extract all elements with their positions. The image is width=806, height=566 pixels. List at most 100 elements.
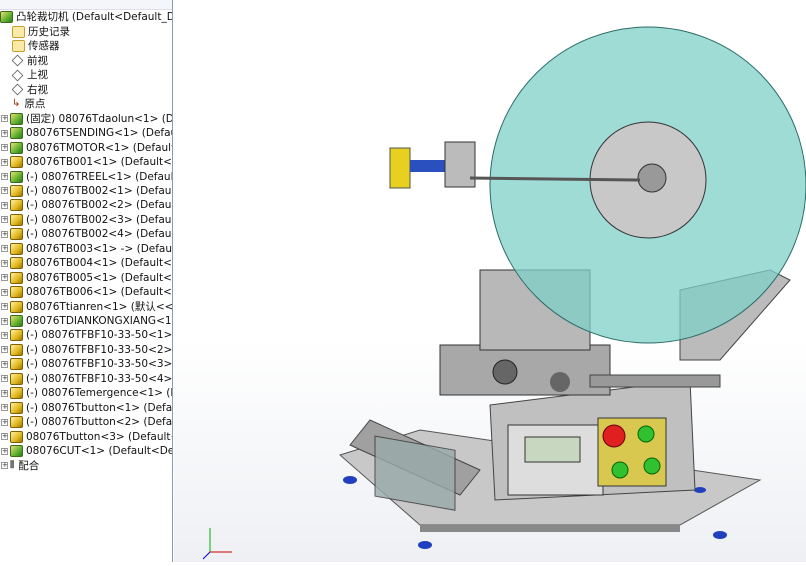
expand-icon[interactable]: + bbox=[1, 201, 8, 209]
tree-item[interactable]: + (-) 08076TFBF10-33-50<2> (默 bbox=[0, 343, 173, 357]
part-icon bbox=[10, 430, 23, 443]
part-icon bbox=[10, 300, 23, 313]
part-icon bbox=[10, 372, 23, 385]
tree-item[interactable]: + (-) 08076TFBF10-33-50<3> (默 bbox=[0, 357, 172, 371]
tree-item-label: 08076Tbutton<3> (Default<<D bbox=[26, 430, 172, 443]
tree-item[interactable]: + ⫴ 配合 bbox=[0, 459, 39, 473]
graphics-viewport[interactable] bbox=[174, 0, 806, 562]
tree-item[interactable]: + (-) 08076TFBF10-33-50<4> (默 bbox=[0, 372, 173, 386]
tree-item-label: 原点 bbox=[24, 98, 46, 111]
expand-icon[interactable]: + bbox=[1, 245, 8, 253]
tree-item[interactable]: + (-) 08076Tbutton<1> (Default< bbox=[0, 401, 173, 415]
expand-icon[interactable]: + bbox=[1, 462, 8, 469]
part-icon bbox=[10, 329, 23, 342]
tree-item-label: (-) 08076Tbutton<1> (Default< bbox=[26, 401, 173, 414]
part-icon bbox=[10, 257, 23, 270]
tree-item-label: (-) 08076TB002<1> (Default<< bbox=[26, 184, 172, 197]
machine-model bbox=[202, 26, 806, 560]
expand-icon[interactable]: + bbox=[1, 375, 8, 383]
tree-item-label: 08076TB001<1> (Default<<De bbox=[26, 156, 172, 169]
tree-item[interactable]: ↳ 原点 bbox=[0, 97, 45, 111]
plane-icon bbox=[11, 83, 24, 96]
assembly-icon bbox=[10, 141, 23, 154]
expand-icon[interactable]: + bbox=[1, 433, 8, 441]
tree-item[interactable]: 前视 bbox=[0, 54, 48, 68]
tree-item-label: 历史记录 bbox=[28, 26, 70, 38]
tree-root[interactable]: 凸轮裁切机 (Default<Default_Displ bbox=[0, 10, 172, 24]
tree-item[interactable]: +08076Ttianren<1> (默认<<默认 bbox=[0, 300, 173, 314]
expand-icon[interactable]: + bbox=[1, 274, 8, 282]
expand-icon[interactable]: + bbox=[1, 144, 8, 152]
tree-item[interactable]: +08076TB005<1> (Default<<De bbox=[0, 271, 172, 285]
part-icon bbox=[10, 228, 23, 241]
tree-item-label: (-) 08076TFBF10-33-50<4> (默 bbox=[26, 372, 173, 385]
tree-item-label: 08076TB006<1> (Default<<De bbox=[26, 286, 172, 299]
tree-item[interactable]: +08076TDIANKONGXIANG<1> bbox=[0, 314, 172, 328]
expand-icon[interactable]: + bbox=[1, 173, 8, 180]
tree-item-label: 前视 bbox=[27, 54, 48, 67]
tree-item-label: 上视 bbox=[27, 69, 48, 82]
part-icon bbox=[10, 242, 23, 255]
tree-item-label: (-) 08076Tbutton<2> (Default< bbox=[26, 416, 173, 429]
mates-icon: ⫴ bbox=[10, 459, 15, 471]
tree-item[interactable]: + (-) 08076TB002<1> (Default<< bbox=[0, 184, 172, 198]
tree-root-label: 凸轮裁切机 (Default<Default_Displ bbox=[16, 11, 172, 23]
tree-item[interactable]: 历史记录 bbox=[0, 25, 70, 39]
tree-item[interactable]: +08076TMOTOR<1> (Default<D bbox=[0, 141, 172, 155]
part-icon bbox=[10, 271, 23, 284]
expand-icon[interactable]: + bbox=[1, 447, 8, 455]
tree-item[interactable]: +08076TSENDING<1> (Default< bbox=[0, 126, 172, 140]
tree-item[interactable]: + (-) 08076TB002<3> (Default<< bbox=[0, 213, 172, 227]
history-icon bbox=[12, 26, 25, 38]
tree-item-label: 右视 bbox=[27, 83, 48, 96]
expand-icon[interactable]: + bbox=[1, 129, 8, 137]
expand-icon[interactable]: + bbox=[1, 187, 8, 195]
tree-item-label: 传感器 bbox=[28, 40, 60, 53]
expand-icon[interactable]: + bbox=[1, 404, 8, 412]
part-icon bbox=[10, 343, 23, 356]
tree-item[interactable]: 右视 bbox=[0, 83, 48, 97]
tree-item[interactable]: 上视 bbox=[0, 68, 48, 82]
tree-item-label: (固定) 08076Tdaolun<1> (Defa bbox=[26, 112, 173, 125]
part-icon bbox=[10, 156, 23, 169]
expand-icon[interactable]: + bbox=[1, 288, 8, 296]
tree-item[interactable]: + (-) 08076Tbutton<2> (Default< bbox=[0, 415, 173, 429]
tree-item[interactable]: +08076TB001<1> (Default<<De bbox=[0, 155, 172, 169]
expand-icon[interactable]: + bbox=[1, 317, 8, 325]
tree-item[interactable]: +08076TB006<1> (Default<<De bbox=[0, 285, 172, 299]
assembly-icon bbox=[10, 445, 23, 458]
expand-icon[interactable]: + bbox=[1, 331, 8, 339]
expand-icon[interactable]: + bbox=[1, 230, 8, 238]
part-icon bbox=[10, 358, 23, 371]
tree-item[interactable]: + (固定) 08076Tdaolun<1> (Defa bbox=[0, 112, 173, 126]
expand-icon[interactable]: + bbox=[1, 115, 8, 123]
tree-item[interactable]: +08076TB004<1> (Default<<De bbox=[0, 256, 172, 270]
tree-item-label: (-) 08076TFBF10-33-50<2> (默 bbox=[26, 343, 173, 356]
tree-item[interactable]: +08076CUT<1> (Default<Defaul bbox=[0, 444, 172, 458]
expand-icon[interactable]: + bbox=[1, 158, 8, 166]
tree-item[interactable]: + (-) 08076TREEL<1> (Default<D bbox=[0, 170, 172, 184]
axis-triad bbox=[202, 528, 232, 560]
emergency-stop bbox=[602, 424, 626, 448]
tree-item[interactable]: +08076TB003<1> -> (Default<< bbox=[0, 242, 172, 256]
expand-icon[interactable]: + bbox=[1, 259, 8, 267]
tree-item-label: 08076Ttianren<1> (默认<<默认 bbox=[26, 300, 173, 313]
expand-icon[interactable]: + bbox=[1, 216, 8, 224]
expand-icon[interactable]: + bbox=[1, 418, 8, 426]
expand-icon[interactable]: + bbox=[1, 360, 8, 368]
tree-item[interactable]: + (-) 08076Temergence<1> (Def bbox=[0, 386, 172, 400]
tree-item[interactable]: 传感器 bbox=[0, 39, 60, 53]
tree-item[interactable]: + (-) 08076TB002<2> (Default<< bbox=[0, 198, 172, 212]
assembly-icon bbox=[10, 127, 23, 140]
assembly-icon bbox=[10, 315, 23, 327]
assembly-icon bbox=[10, 170, 23, 183]
expand-icon[interactable]: + bbox=[1, 389, 8, 397]
tree-item[interactable]: + (-) 08076TFBF10-33-50<1> (默 bbox=[0, 328, 172, 342]
tree-item-label: (-) 08076TB002<2> (Default<< bbox=[26, 199, 172, 212]
expand-icon[interactable]: + bbox=[1, 346, 8, 354]
expand-icon[interactable]: + bbox=[1, 303, 8, 311]
tree-item[interactable]: + (-) 08076TB002<4> (Default<< bbox=[0, 227, 172, 241]
part-icon bbox=[10, 416, 23, 429]
feature-manager-tree[interactable]: 凸轮裁切机 (Default<Default_Displ 历史记录传感器前视上视… bbox=[0, 0, 173, 562]
tree-item[interactable]: +08076Tbutton<3> (Default<<D bbox=[0, 430, 172, 444]
